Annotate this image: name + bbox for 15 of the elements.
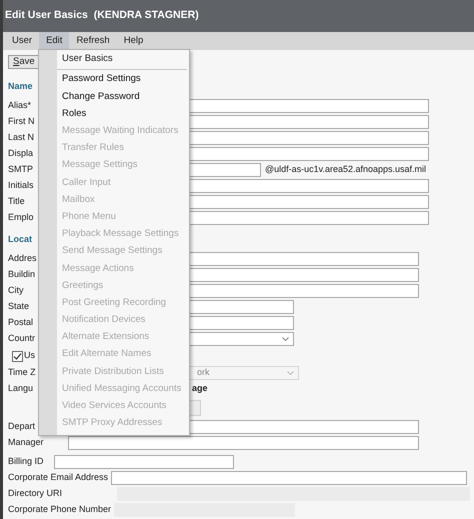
field-label: First N	[8, 115, 36, 128]
field-label: Corporate Email Address	[8, 471, 108, 484]
field-label: Manager	[8, 436, 45, 450]
field-label: Corporate Phone Number	[8, 503, 112, 516]
field-label: Displa	[8, 147, 34, 160]
window-title: Edit User Basics (KENDRA STAGNER)	[5, 8, 199, 24]
field-label: Directory URI	[8, 487, 62, 500]
language-note: age	[192, 382, 208, 396]
email-domain: @uldf-as-uc1v.area52.afnoapps.usaf.mil	[265, 163, 426, 176]
section-heading: Locat	[8, 233, 32, 246]
checkbox-label: Us	[24, 349, 35, 362]
field-label: Last N	[8, 131, 36, 144]
field-label: Billing ID	[8, 455, 44, 468]
field-label: Addres	[8, 252, 38, 266]
section-heading: Name	[8, 80, 33, 94]
